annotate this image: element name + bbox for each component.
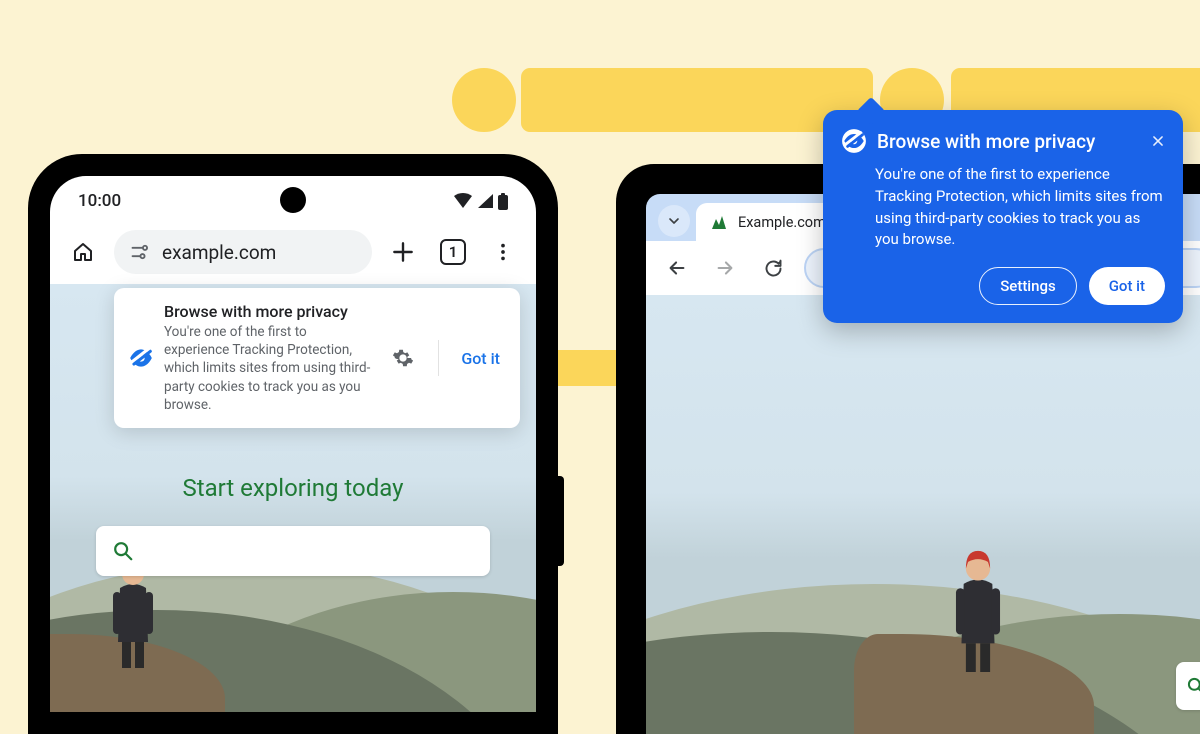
status-indicators bbox=[453, 193, 508, 210]
mobile-toolbar: example.com 1 bbox=[50, 226, 536, 284]
callout-body: You're one of the first to experience Tr… bbox=[875, 164, 1165, 251]
mobile-device-frame: 10:00 example.com 1 bbox=[28, 154, 558, 734]
camera-hole bbox=[280, 187, 306, 213]
callout-title: Browse with more privacy bbox=[164, 302, 374, 321]
phone-side-button bbox=[558, 476, 564, 566]
signal-icon bbox=[477, 193, 494, 209]
search-icon bbox=[112, 540, 134, 562]
favicon-icon bbox=[710, 213, 728, 231]
arrow-right-icon bbox=[714, 257, 736, 279]
mobile-screen: 10:00 example.com 1 bbox=[50, 176, 536, 712]
callout-close-button[interactable] bbox=[1151, 134, 1165, 148]
callout-settings-button[interactable]: Settings bbox=[979, 267, 1077, 305]
tab-title: Example.com bbox=[738, 214, 826, 231]
callout-divider bbox=[438, 340, 439, 376]
more-vertical-icon bbox=[492, 241, 514, 263]
home-button[interactable] bbox=[64, 233, 102, 271]
address-bar[interactable]: example.com bbox=[114, 230, 372, 274]
home-icon bbox=[71, 240, 95, 264]
decor-bar bbox=[521, 68, 873, 132]
search-field[interactable] bbox=[96, 526, 490, 576]
eye-off-icon bbox=[841, 128, 867, 154]
page-headline: Start exploring today bbox=[50, 474, 536, 502]
callout-settings-button[interactable] bbox=[384, 339, 422, 377]
reload-icon bbox=[763, 258, 784, 279]
person-illustration bbox=[946, 542, 1010, 672]
address-bar-text: example.com bbox=[162, 241, 276, 264]
search-field[interactable] bbox=[1176, 662, 1200, 710]
status-clock: 10:00 bbox=[78, 191, 121, 211]
wifi-icon bbox=[453, 193, 473, 209]
chevron-down-icon bbox=[666, 213, 682, 229]
tabs-count-box: 1 bbox=[440, 239, 466, 265]
forward-button[interactable] bbox=[708, 251, 742, 285]
eye-off-icon bbox=[128, 345, 154, 371]
gear-icon bbox=[392, 347, 414, 369]
tabs-button[interactable]: 1 bbox=[434, 233, 472, 271]
tracking-protection-callout: Browse with more privacy You're one of t… bbox=[114, 288, 520, 428]
search-icon bbox=[1186, 676, 1200, 696]
callout-confirm-button[interactable]: Got it bbox=[1089, 267, 1165, 305]
tab-search-button[interactable] bbox=[658, 205, 690, 237]
tracking-protection-callout: Browse with more privacy You're one of t… bbox=[823, 110, 1183, 323]
reload-button[interactable] bbox=[756, 251, 790, 285]
plus-icon bbox=[390, 239, 416, 265]
decor-dot bbox=[452, 68, 516, 132]
tune-icon bbox=[130, 242, 150, 262]
close-icon bbox=[1151, 134, 1165, 148]
callout-title: Browse with more privacy bbox=[877, 130, 1141, 153]
arrow-left-icon bbox=[666, 257, 688, 279]
tabs-count: 1 bbox=[449, 243, 458, 261]
overflow-menu-button[interactable] bbox=[484, 233, 522, 271]
callout-body: You're one of the first to experience Tr… bbox=[164, 323, 374, 414]
callout-confirm-button[interactable]: Got it bbox=[455, 343, 506, 374]
battery-icon bbox=[498, 193, 508, 210]
back-button[interactable] bbox=[660, 251, 694, 285]
new-tab-button[interactable] bbox=[384, 233, 422, 271]
desktop-page-content bbox=[646, 295, 1200, 734]
